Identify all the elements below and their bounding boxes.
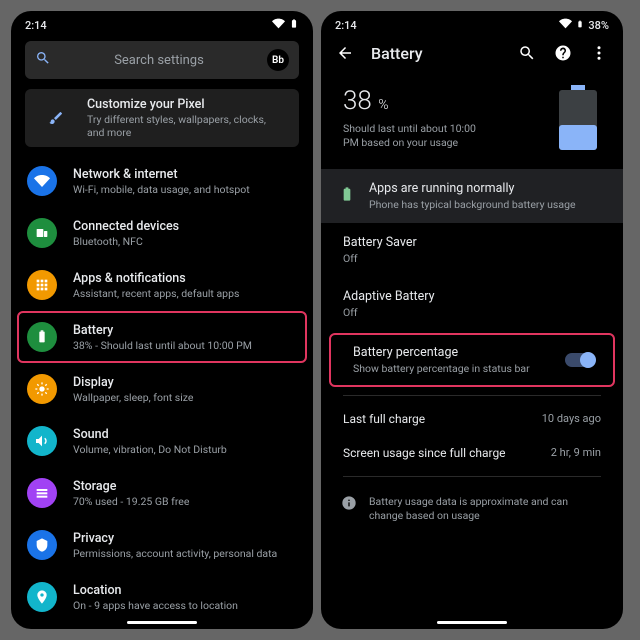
battery-percentage-row[interactable]: Battery percentage Show battery percenta…: [329, 333, 615, 387]
wifi-icon: [27, 166, 57, 196]
row-title: Location: [73, 583, 238, 598]
pct-row-title: Battery percentage: [353, 345, 530, 360]
adaptive-battery-row[interactable]: Adaptive Battery Off: [321, 277, 623, 331]
wifi-icon: [272, 17, 285, 33]
row-sub: 38% - Should last until about 10:00 PM: [73, 339, 252, 352]
row-title: Apps & notifications: [73, 271, 239, 286]
battery-saver-row[interactable]: Battery Saver Off: [321, 223, 623, 277]
row-sub: Wi-Fi, mobile, data usage, and hotspot: [73, 183, 250, 196]
settings-row-wifi[interactable]: Network & internetWi-Fi, mobile, data us…: [11, 155, 313, 207]
sound-icon: [27, 426, 57, 456]
saver-sub: Off: [343, 252, 601, 265]
row-sub: Assistant, recent apps, default apps: [73, 287, 239, 300]
last-charge-row[interactable]: Last full charge 10 days ago: [321, 402, 623, 436]
screen-usage-value: 2 hr, 9 min: [551, 446, 601, 460]
status-bar: 2:14 38%: [321, 11, 623, 35]
row-title: Sound: [73, 427, 227, 442]
battery-pct-value: 38: [343, 86, 372, 116]
search-icon: [35, 50, 51, 70]
row-title: Network & internet: [73, 167, 250, 182]
row-title: Connected devices: [73, 219, 179, 234]
devices-icon: [27, 218, 57, 248]
settings-row-sound[interactable]: SoundVolume, vibration, Do Not Disturb: [11, 415, 313, 467]
settings-row-storage[interactable]: Storage70% used - 19.25 GB free: [11, 467, 313, 519]
row-title: Storage: [73, 479, 189, 494]
row-sub: Wallpaper, sleep, font size: [73, 391, 193, 404]
pct-symbol: %: [378, 97, 388, 113]
settings-screen: 2:14 Search settings Bb Customize your P…: [11, 11, 313, 629]
home-indicator[interactable]: [437, 621, 507, 624]
brush-icon: [41, 103, 71, 133]
apps-normal-card[interactable]: Apps are running normally Phone has typi…: [321, 169, 623, 223]
app-bar: Battery: [321, 35, 623, 71]
apps-card-title: Apps are running normally: [369, 181, 576, 196]
adaptive-title: Adaptive Battery: [343, 289, 601, 304]
info-icon: [341, 495, 357, 515]
battery-screen: 2:14 38% Battery 38 % Should last until …: [321, 11, 623, 629]
display-icon: [27, 374, 57, 404]
battery-hero-sub: Should last until about 10:00 PM based o…: [343, 122, 483, 150]
battery-icon: [576, 18, 584, 33]
settings-row-apps[interactable]: Apps & notificationsAssistant, recent ap…: [11, 259, 313, 311]
battery-big-icon: [555, 85, 601, 151]
divider: [343, 476, 601, 477]
avatar[interactable]: Bb: [267, 49, 289, 71]
row-sub: On - 9 apps have access to location: [73, 599, 238, 612]
back-icon[interactable]: [335, 43, 355, 63]
info-row: Battery usage data is approximate and ca…: [321, 483, 623, 523]
search-icon[interactable]: [517, 43, 537, 63]
storage-icon: [27, 478, 57, 508]
row-title: Privacy: [73, 531, 277, 546]
location-icon: [27, 582, 57, 612]
row-sub: Bluetooth, NFC: [73, 235, 179, 248]
battery-icon: [289, 17, 299, 33]
status-bar: 2:14: [11, 11, 313, 35]
info-text: Battery usage data is approximate and ca…: [369, 495, 603, 523]
privacy-icon: [27, 530, 57, 560]
last-charge-value: 10 days ago: [542, 412, 601, 426]
status-time: 2:14: [25, 19, 47, 32]
settings-row-privacy[interactable]: PrivacyPermissions, account activity, pe…: [11, 519, 313, 571]
settings-row-battery[interactable]: Battery38% - Should last until about 10:…: [17, 311, 307, 363]
search-bar[interactable]: Search settings Bb: [25, 41, 299, 79]
overflow-icon[interactable]: [589, 43, 609, 63]
pct-row-sub: Show battery percentage in status bar: [353, 362, 530, 375]
apps-card-sub: Phone has typical background battery usa…: [369, 198, 576, 211]
saver-title: Battery Saver: [343, 235, 601, 250]
adaptive-sub: Off: [343, 306, 601, 319]
customize-title: Customize your Pixel: [87, 97, 283, 112]
row-title: Battery: [73, 323, 252, 338]
apps-icon: [27, 270, 57, 300]
wifi-icon: [559, 17, 572, 33]
home-indicator[interactable]: [127, 621, 197, 624]
customize-sub: Try different styles, wallpapers, clocks…: [87, 113, 283, 139]
help-icon[interactable]: [553, 43, 573, 63]
last-charge-label: Last full charge: [343, 412, 425, 426]
customize-row[interactable]: Customize your Pixel Try different style…: [25, 89, 299, 147]
row-sub: 70% used - 19.25 GB free: [73, 495, 189, 508]
battery-hero: 38 % Should last until about 10:00 PM ba…: [321, 71, 623, 169]
row-sub: Volume, vibration, Do Not Disturb: [73, 443, 227, 456]
battery-ok-icon: [339, 184, 355, 208]
settings-list: Customize your Pixel Try different style…: [11, 89, 313, 629]
row-sub: Permissions, account activity, personal …: [73, 547, 277, 560]
page-title: Battery: [371, 44, 501, 63]
battery-icon: [27, 322, 57, 352]
screen-usage-row[interactable]: Screen usage since full charge 2 hr, 9 m…: [321, 436, 623, 470]
pct-toggle[interactable]: [565, 353, 595, 367]
divider: [343, 395, 601, 396]
settings-row-location[interactable]: LocationOn - 9 apps have access to locat…: [11, 571, 313, 623]
row-title: Display: [73, 375, 193, 390]
settings-row-devices[interactable]: Connected devicesBluetooth, NFC: [11, 207, 313, 259]
screen-usage-label: Screen usage since full charge: [343, 446, 506, 460]
search-placeholder: Search settings: [61, 53, 257, 68]
settings-row-display[interactable]: DisplayWallpaper, sleep, font size: [11, 363, 313, 415]
status-battery-pct: 38%: [588, 19, 609, 32]
status-time: 2:14: [335, 19, 357, 32]
